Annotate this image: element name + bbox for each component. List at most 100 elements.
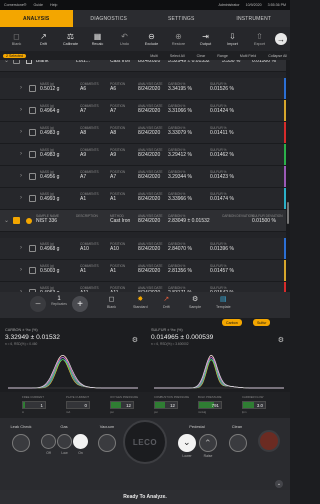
replicate-row[interactable]: › MASS (g) 0.5012 g COMMENTS A6 POSITION A6 ANA…	[0, 78, 286, 100]
chevron-right-icon[interactable]: ›	[20, 267, 22, 273]
select-all-button[interactable]: Select All	[170, 54, 185, 58]
carbon-result-value: 3.32949 ± 0.01532	[168, 60, 210, 64]
import-button[interactable]: ⇩ Import	[219, 32, 246, 46]
gas-off-button[interactable]	[41, 434, 56, 449]
gas-low-label: Low	[61, 451, 68, 455]
help-link[interactable]: Help	[50, 3, 57, 7]
sample-name: SAMPLE NAMEBlank	[36, 60, 59, 64]
sensor-value: 1	[40, 402, 43, 408]
chevron-down-icon[interactable]: ⌄	[4, 217, 9, 224]
sample-name-value: NIST 336	[36, 218, 58, 224]
restore-button[interactable]: ⊕ Restore	[165, 32, 192, 46]
add-blank-button[interactable]: ◻ Blank	[107, 296, 116, 309]
replicates-increment-button[interactable]: +	[72, 296, 88, 312]
export-button[interactable]: ⇧ Export	[246, 32, 273, 46]
tab-analysis[interactable]: ANALYSIS	[0, 10, 73, 27]
sensor-unit: lpm	[242, 410, 247, 414]
tab-diagnostics[interactable]: DIAGNOSTICS	[73, 10, 146, 27]
replicate-row[interactable]: › MASS (g) 0.4956 g COMMENTS A7 POSITION A7 ANA…	[0, 166, 286, 188]
replicate-row[interactable]: › MASS (g) 0.4983 g COMMENTS A8 POSITION A8 ANA…	[0, 122, 286, 144]
chevron-right-icon[interactable]: ›	[20, 195, 22, 201]
multi-field-button[interactable]: Multi Field	[240, 54, 256, 58]
add-sample-button[interactable]: ⚙ Sample	[189, 296, 201, 309]
pedestal-raise-button[interactable]: ⌃	[199, 434, 217, 452]
selected-count-badge[interactable]: 2 Selected	[3, 53, 26, 58]
row-checkbox[interactable]	[29, 107, 36, 114]
add-template-button[interactable]: ▤ Template	[216, 296, 231, 309]
sample-group-row[interactable]: ⌄ SAMPLE NAMEBlank DESCRIPTIONLot1... METHO…	[0, 60, 286, 72]
chart-series-line	[8, 357, 138, 389]
replicates-decrement-button[interactable]: −	[30, 296, 46, 312]
replicate-row[interactable]: ›MASS (g)0.4963 gCOMMENTSA11POSITIONA11A…	[0, 282, 286, 292]
scrollbar-thumb[interactable]	[287, 202, 289, 224]
row-checkbox[interactable]	[29, 85, 36, 92]
sulfur-settings-gear-icon[interactable]: ⚙	[278, 336, 284, 344]
output-button[interactable]: ⇥ Output	[192, 32, 219, 46]
replicate-row[interactable]: › MASS (g) 0.5003 g COMMENTS A1 POSITION A1 ANA…	[0, 260, 286, 282]
app-name: Cornerstone®	[4, 3, 27, 7]
toolbar-next-button[interactable]: →	[275, 33, 287, 45]
row-checkbox[interactable]	[29, 173, 36, 180]
calibrate-button[interactable]: ⚖ Calibrate	[57, 32, 84, 46]
gas-on-button[interactable]	[73, 434, 88, 449]
sensor-bar: 3.0	[242, 401, 266, 409]
chevron-right-icon[interactable]: ›	[20, 151, 22, 157]
add-drift-button[interactable]: ↗ Drift	[163, 296, 170, 309]
range-button[interactable]: Range	[217, 54, 228, 58]
chevron-down-icon[interactable]: ⌄	[4, 60, 9, 64]
chevron-right-icon[interactable]: ›	[20, 107, 22, 113]
undo-icon: ↶	[121, 31, 128, 41]
vacuum-button[interactable]	[98, 434, 116, 452]
collapse-all-button[interactable]: Collapse All	[268, 54, 287, 58]
comments: COMMENTS A10	[80, 242, 99, 252]
row-checkbox[interactable]	[29, 195, 36, 202]
sample-mass-value: 0.4968 g	[40, 246, 60, 252]
tab-instrument[interactable]: INSTRUMENT	[218, 10, 291, 27]
leak-check-button[interactable]	[12, 434, 30, 452]
replicate-row[interactable]: › MASS (g) 0.4968 g COMMENTS A10 POSITION A10 A…	[0, 238, 286, 260]
tab-settings[interactable]: SETTINGS	[145, 10, 218, 27]
sulfur-chart	[154, 354, 284, 389]
standard-icon: ✸	[137, 296, 144, 303]
stop-button[interactable]	[258, 430, 280, 452]
row-checkbox[interactable]	[13, 60, 20, 64]
carbon-result: CARBON % 3.34195 %	[168, 82, 192, 92]
row-checkbox[interactable]	[29, 267, 36, 274]
drift-button[interactable]: ↗ Drift	[30, 32, 57, 46]
guide-link[interactable]: Guide	[33, 3, 43, 7]
sample-group-row[interactable]: ⌄ SAMPLE NAME NIST 336 DESCRIPTION METHOD Cas…	[0, 210, 286, 232]
clear-button[interactable]: Clear	[197, 54, 206, 58]
carbon-settings-gear-icon[interactable]: ⚙	[132, 336, 138, 344]
carbon-result: CARBON % 3.33079 %	[168, 126, 192, 136]
replicate-row[interactable]: › MASS (g) 0.4983 g COMMENTS A9 POSITION A9 ANA…	[0, 144, 286, 166]
replicate-row[interactable]: › MASS (g) 0.4993 g COMMENTS A1 POSITION A1 ANA…	[0, 188, 286, 210]
row-checkbox[interactable]	[29, 151, 36, 158]
recalc-button[interactable]: ▦ Recalc	[84, 32, 111, 46]
row-checkbox[interactable]	[13, 217, 20, 224]
sulfur-toggle-button[interactable]: Sulfur	[253, 319, 271, 326]
chevron-right-icon[interactable]: ›	[20, 129, 22, 135]
sample-mass-value: 0.4983 g	[40, 152, 60, 158]
sulfur-result: SULFUR % 0.01423 %	[210, 170, 234, 180]
grid-scrollbar[interactable]	[286, 60, 290, 292]
exclude-button[interactable]: ⊖ Exclude	[138, 32, 165, 46]
sensor-value: 3.0	[256, 402, 263, 408]
scroll-down-button[interactable]: ⌄	[275, 480, 283, 488]
gas-low-button[interactable]	[57, 434, 72, 449]
carbon-toggle-button[interactable]: Carbon	[222, 319, 242, 326]
comments-value: A6	[80, 86, 87, 92]
add-standard-button[interactable]: ✸ Standard	[133, 296, 148, 309]
pedestal-lower-button[interactable]: ⌄	[178, 434, 196, 452]
chevron-right-icon[interactable]: ›	[20, 173, 22, 179]
undo-button[interactable]: ↶ Undo	[111, 31, 138, 46]
replicate-row[interactable]: › MASS (g) 0.4964 g COMMENTS A7 POSITION A7 ANA…	[0, 100, 286, 122]
sulfur-result: SULFUR % 0.01457 %	[210, 264, 234, 274]
user-name[interactable]: Administrator	[218, 3, 239, 7]
clean-button[interactable]	[229, 434, 247, 452]
row-checkbox[interactable]	[29, 129, 36, 136]
chevron-right-icon[interactable]: ›	[20, 245, 22, 251]
chevron-right-icon[interactable]: ›	[20, 85, 22, 91]
row-checkbox[interactable]	[29, 245, 36, 252]
multi-button[interactable]: Multi	[150, 54, 158, 58]
blank-button[interactable]: ◻ Blank	[3, 32, 30, 46]
